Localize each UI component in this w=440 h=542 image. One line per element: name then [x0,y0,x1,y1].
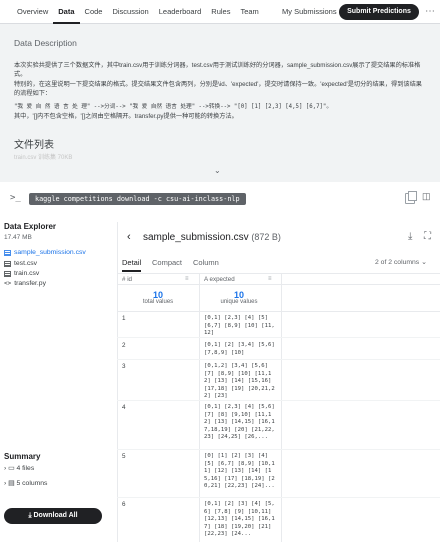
description-paragraph-2: 特别的，在这里说明一下提交结果的格式。提交结果文件包含两列，分别是\id、'ex… [14,81,422,97]
tab-column[interactable]: Column [193,258,219,267]
number-type-icon: # [122,276,126,283]
table-icon [4,270,11,277]
files-list-title: 文件列表 [14,140,54,151]
summary-files: 4 files [16,465,35,472]
file-viewer-panel [117,222,440,542]
data-explorer-size: 17.47 MB [4,234,32,241]
row-divider [117,359,440,360]
column-separator [281,273,282,542]
column-separator [199,273,200,542]
columns-info: 2 of 2 columns [375,259,420,266]
column-name: id [127,276,133,283]
my-submissions-link[interactable]: My Submissions [282,0,337,24]
tab-discussion[interactable]: Discussion [107,0,153,24]
file-name: sample_submission.csv [14,249,86,256]
tab-leaderboard[interactable]: Leaderboard [154,0,207,24]
summary-files-row[interactable]: › ▭ 4 files [4,464,34,472]
summary-columns: 5 columns [16,480,48,487]
tab-rules[interactable]: Rules [206,0,235,24]
description-paragraph-3: 其中，'[]内不包含空格，'[]之间由空格隔开。transfer.py提供一种可… [14,113,238,120]
table-row-id: 6 [122,501,126,508]
table-row-id: 5 [122,453,126,460]
viewer-file-size: (872 B) [251,232,281,242]
tab-data[interactable]: Data [53,0,80,24]
viewer-file-name: sample_submission.csv [143,232,249,243]
table-row-expected: [0] [1] [2] [3] [4] [5] [6,7] [8,9] [10,… [204,453,275,490]
file-item-sample-submission[interactable]: sample_submission.csv [4,249,86,256]
download-all-label: Download All [33,512,78,519]
chevron-right-icon: › [4,480,7,487]
grid-header [117,273,440,285]
row-divider [117,400,440,401]
table-row-id: 3 [122,363,126,370]
cli-command[interactable]: kaggle competitions download -c csu-ai-i… [29,193,246,205]
column-header-expected[interactable]: A expected [204,276,235,283]
tab-detail[interactable]: Detail [122,258,142,272]
description-paragraph-1: 本次实验共提供了三个数据文件，其中train.csv用于训练分词器，test.c… [14,62,421,78]
columns-selector[interactable]: 2 of 2 columns ⌄ [375,258,427,266]
viewer-file-title: sample_submission.csv (872 B) [143,232,281,243]
data-explorer-title: Data Explorer [4,222,57,231]
chevron-down-icon[interactable]: ⌄ [214,166,221,175]
copy-icon[interactable] [405,191,417,204]
summary-columns-row[interactable]: › ▤ 5 columns [4,479,47,487]
chevron-left-icon[interactable]: ‹ [127,231,131,243]
file-item-train[interactable]: train.csv [4,270,39,277]
code-icon: <> [4,280,12,287]
string-type-icon: A [204,276,208,283]
row-divider [117,497,440,498]
download-icon[interactable]: ⤓ [408,231,412,242]
file-name: test.csv [14,260,38,267]
column-header-id[interactable]: # id [122,276,132,283]
table-icon [4,260,11,267]
file-item-test[interactable]: test.csv [4,260,37,267]
table-row-expected: [0,1,2] [3,4] [5,6] [7] [8,9] [10] [11,1… [204,363,275,400]
data-description-title: Data Description [14,38,77,48]
table-row-expected: [0,1] [2] [3] [4] [5,6] [7,8] [9] [10,11… [204,501,275,538]
folder-icon: ▭ [8,465,15,472]
table-row-expected: [0,1] [2] [3,4] [5,6] [7,8,9] [10] [204,342,275,356]
more-options-icon[interactable]: ⋯ [425,0,435,24]
row-divider [117,449,440,450]
table-row-id: 2 [122,342,126,349]
stat-total-label: total values [142,299,174,305]
table-row-id: 4 [122,404,126,411]
summary-title: Summary [4,452,41,461]
fullscreen-icon[interactable]: ⛶ [424,231,431,242]
table-row-expected: [0,1] [2,3] [4] [5] [6,7] [8,9] [10] [11… [204,315,275,337]
submit-predictions-button[interactable]: Submit Predictions [339,4,419,20]
tab-team[interactable]: Team [235,0,263,24]
table-row-id: 1 [122,315,126,322]
column-name: expected [209,276,235,283]
row-divider [117,337,440,338]
table-row-expected: [0,1] [2,3] [4] [5,6] [7] [8] [9,10] [11… [204,404,275,441]
table-icon: ▤ [8,480,15,487]
download-all-button[interactable]: ⤓ Download All [4,508,102,524]
divider [117,311,440,312]
description-code-example: "我 爱 自 然 语 言 处 理" -->分词--> "我 爱 自然 语言 处理… [14,104,333,110]
terminal-icon: >_ [10,193,21,203]
file-name: train.csv [14,270,40,277]
file-name: transfer.py [14,280,46,287]
tab-overview[interactable]: Overview [12,0,53,24]
chevron-right-icon: › [4,465,7,472]
sort-icon[interactable]: ≡ [185,276,189,282]
files-list-faded-row: train.csv 训练集 70KB [14,155,73,161]
file-item-transfer[interactable]: <> transfer.py [4,280,46,287]
sort-icon[interactable]: ≡ [268,276,272,282]
table-icon [4,249,11,256]
stat-unique-label: unique values [220,299,258,305]
tab-compact[interactable]: Compact [152,258,182,267]
side-panel-icon[interactable]: ◫ [422,191,431,202]
tab-code[interactable]: Code [80,0,108,24]
